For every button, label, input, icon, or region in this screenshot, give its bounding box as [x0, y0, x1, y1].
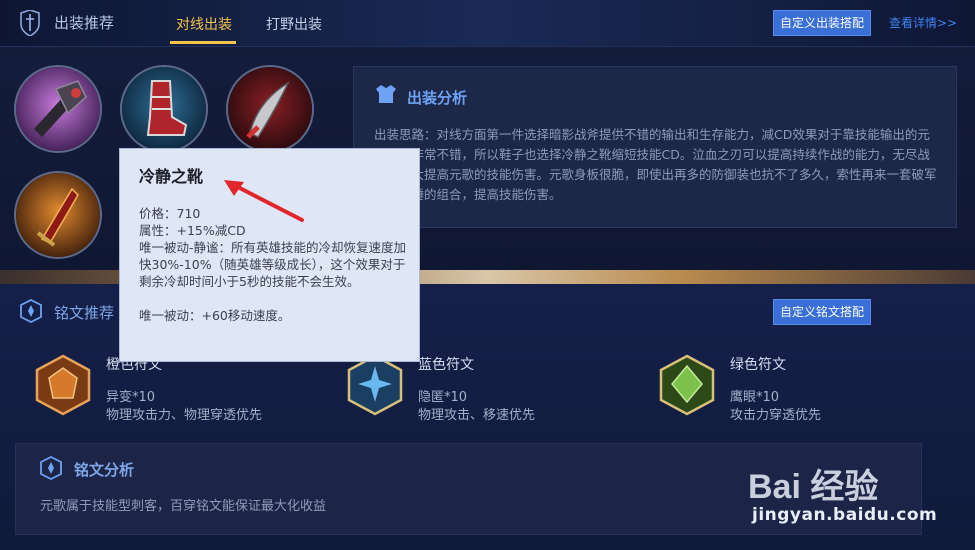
build-analysis-text: 出装思路：对线方面第一件选择暗影战斧提供不错的输出和生存能力，减CD效果对于靠技… — [374, 127, 937, 202]
armor-icon — [376, 85, 396, 103]
orange-rune-icon — [35, 354, 91, 416]
item-bloodthirsty-blade[interactable] — [226, 65, 314, 153]
rune-section-title: 铭文推荐 — [54, 304, 115, 322]
rune-blue-count: 隐匿*10 — [418, 390, 468, 405]
header-bar: 出装推荐 对线出装 打野出装 自定义出装搭配 查看详情>> — [0, 0, 975, 47]
rune-analysis-icon — [40, 456, 62, 480]
view-details-link[interactable]: 查看详情>> — [889, 14, 957, 31]
green-rune-icon — [659, 354, 715, 416]
rune-green-name: 绿色符文 — [730, 357, 786, 373]
rune-analysis-title: 铭文分析 — [74, 461, 135, 479]
active-tab-indicator — [170, 41, 236, 44]
rune-orange-desc: 物理攻击力、物理穿透优先 — [106, 408, 263, 423]
tab-lane-build[interactable]: 对线出装 — [176, 14, 232, 34]
rune-analysis-text: 元歌属于技能型刺客，百穿铭文能保证最大化收益 — [40, 499, 327, 514]
rune-green-desc: 攻击力穿透优先 — [730, 408, 822, 423]
item-doom-blade[interactable] — [14, 171, 102, 259]
dark-axe-icon — [16, 67, 100, 151]
watermark-url: jingyan.baidu.com — [752, 505, 938, 525]
baidu-watermark-logo: Bai 经验 — [748, 467, 878, 506]
item-calm-boots[interactable] — [120, 65, 208, 153]
tooltip-attribute: 属性：+15%减CD — [139, 223, 246, 238]
tooltip-passive-1: 唯一被动-静谧：所有英雄技能的冷却恢复速度加快30%-10%（随英雄等级成长），… — [139, 240, 407, 289]
tooltip-passive-2: 唯一被动：+60移动速度。 — [139, 308, 291, 323]
rune-orange-count: 异变*10 — [106, 390, 156, 405]
page-title: 出装推荐 — [54, 14, 115, 32]
annotation-arrow-icon — [224, 180, 304, 222]
item-dark-axe[interactable] — [14, 65, 102, 153]
watermark-logo-text: Bai 经验 — [748, 467, 878, 506]
rune-green-count: 鹰眼*10 — [730, 390, 780, 405]
tab-jungle-build[interactable]: 打野出装 — [266, 14, 322, 34]
custom-build-button[interactable]: 自定义出装搭配 — [773, 10, 871, 36]
build-analysis-panel: 出装分析 出装思路：对线方面第一件选择暗影战斧提供不错的输出和生存能力，减CD效… — [353, 66, 957, 228]
custom-rune-button[interactable]: 自定义铭文搭配 — [773, 299, 871, 325]
shield-sword-icon — [20, 10, 40, 36]
doom-blade-icon — [16, 173, 100, 257]
calm-boots-icon — [122, 67, 206, 151]
rune-section-icon — [20, 299, 42, 323]
bloodthirsty-blade-icon — [228, 67, 312, 151]
tooltip-item-name: 冷静之靴 — [139, 167, 204, 186]
rune-blue-desc: 物理攻击、移速优先 — [418, 408, 536, 423]
rune-blue-name: 蓝色符文 — [418, 357, 474, 373]
build-analysis-title: 出装分析 — [407, 89, 468, 107]
blue-rune-icon — [347, 354, 403, 416]
